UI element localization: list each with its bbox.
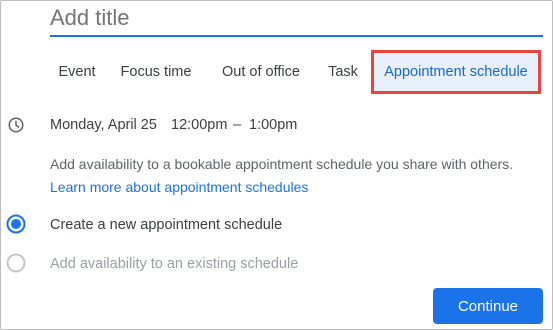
end-time[interactable]: 1:00pm: [249, 116, 297, 134]
tab-appointment-schedule[interactable]: Appointment schedule: [371, 50, 541, 94]
clock-icon: [8, 117, 24, 133]
description: Add availability to a bookable appointme…: [50, 153, 530, 199]
title-field: [50, 1, 543, 37]
title-input[interactable]: [50, 3, 543, 33]
radio-existing-schedule[interactable]: [6, 253, 26, 273]
event-dialog: Event Focus time Out of office Task Appo…: [0, 0, 553, 330]
tab-out-of-office[interactable]: Out of office: [207, 50, 315, 94]
continue-button[interactable]: Continue: [433, 288, 543, 324]
time-separator: –: [233, 117, 242, 133]
learn-more-link[interactable]: Learn more about appointment schedules: [50, 179, 308, 195]
radio-existing-schedule-label: Add availability to an existing schedule: [50, 256, 299, 272]
tab-focus-time[interactable]: Focus time: [111, 50, 201, 94]
description-text: Add availability to a bookable appointme…: [50, 156, 514, 172]
start-time[interactable]: 12:00pm: [171, 116, 227, 134]
event-date[interactable]: Monday, April 25: [50, 116, 157, 134]
radio-create-new-label[interactable]: Create a new appointment schedule: [50, 216, 282, 234]
tab-event[interactable]: Event: [45, 50, 109, 94]
tab-task[interactable]: Task: [321, 50, 365, 94]
radio-create-new[interactable]: [6, 214, 26, 234]
